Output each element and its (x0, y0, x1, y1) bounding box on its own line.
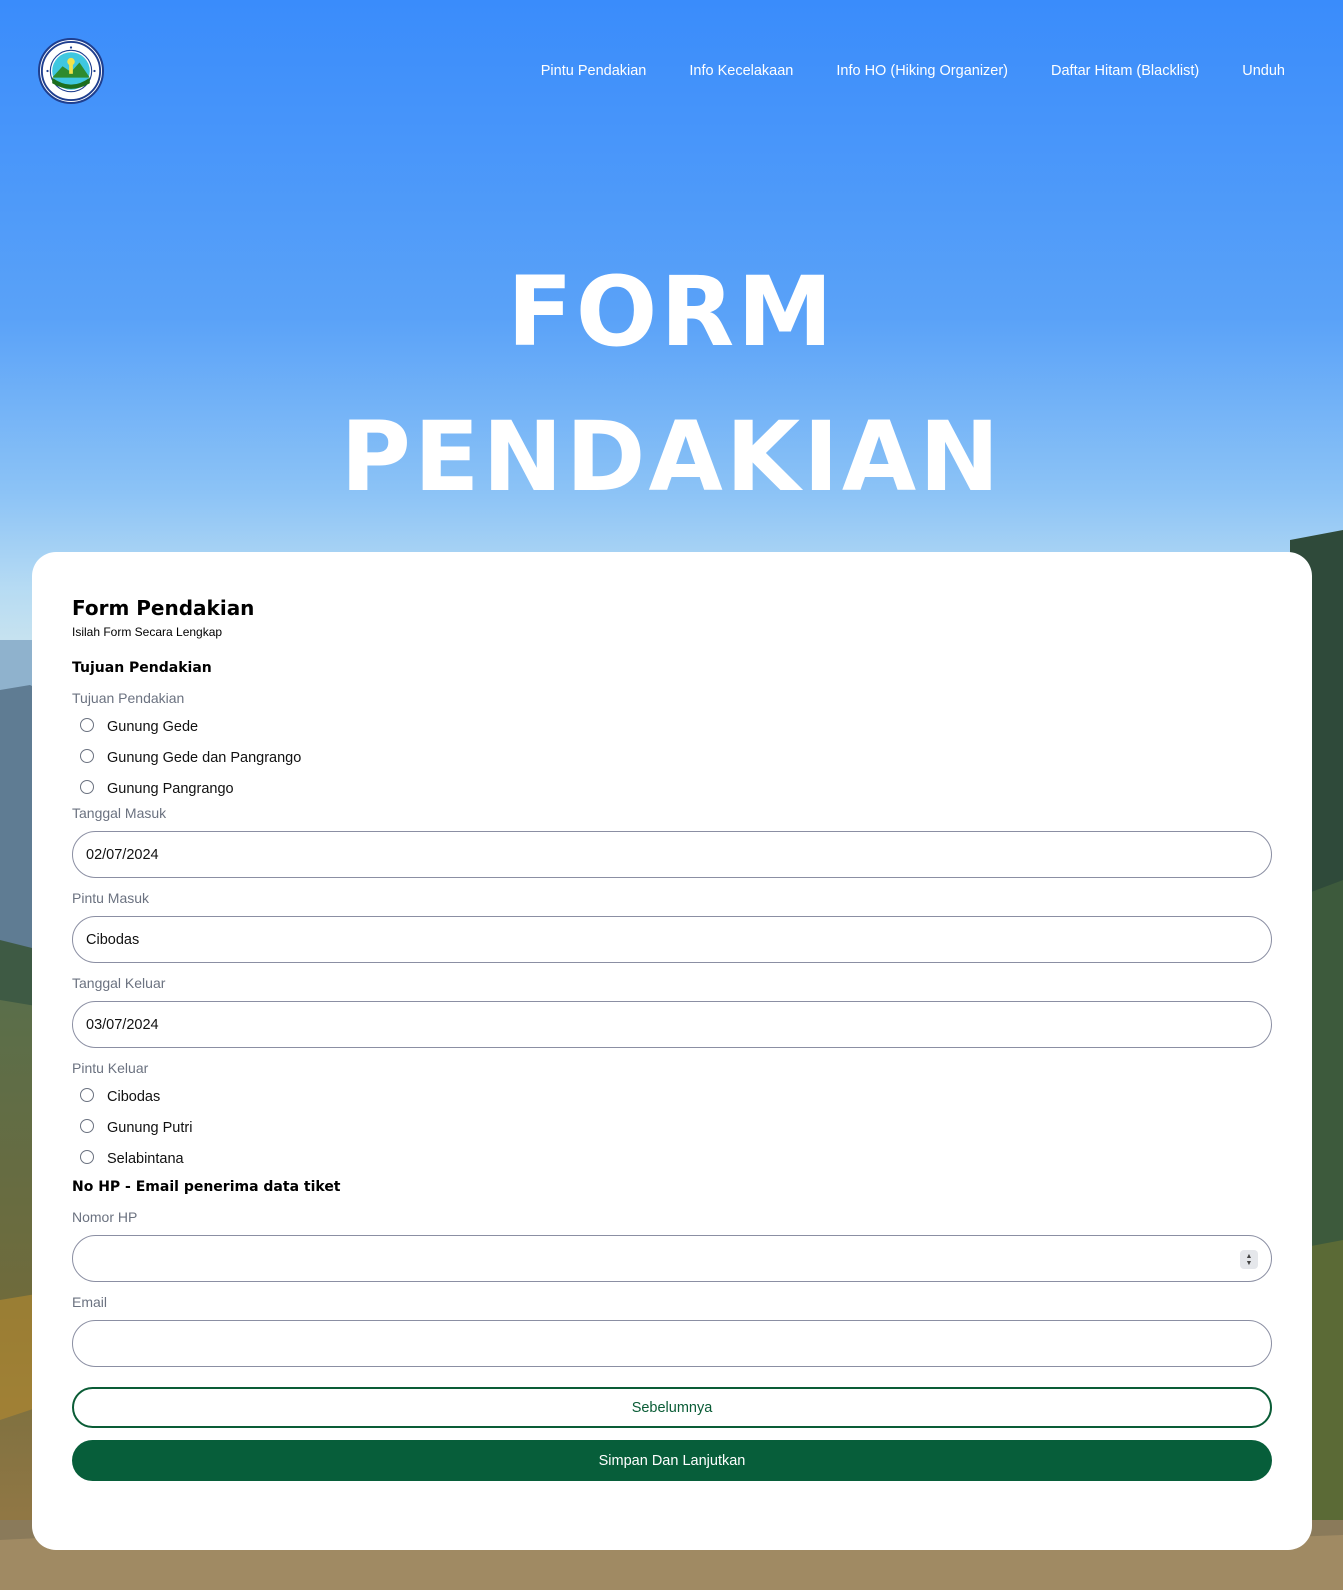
chevron-up-icon[interactable]: ▲ (1246, 1253, 1253, 1260)
email-input[interactable] (72, 1320, 1272, 1367)
tanggal-masuk-input[interactable]: 02/07/2024 (72, 831, 1272, 878)
email-label: Email (72, 1294, 108, 1310)
hero-line-1: FORM (507, 256, 836, 368)
tujuan-label: Tujuan Pendakian (72, 690, 185, 706)
form-subtitle: Isilah Form Secara Lengkap (72, 625, 223, 639)
pintu-keluar-option-selabintana[interactable]: Selabintana (72, 1143, 1272, 1174)
pintu-keluar-option-cibodas[interactable]: Cibodas (72, 1081, 1272, 1112)
number-spinner[interactable]: ▲ ▼ (1240, 1250, 1258, 1269)
hero-line-2: PENDAKIAN (340, 401, 1003, 513)
tanggal-masuk-value: 02/07/2024 (86, 846, 159, 863)
section-kontak-title: No HP - Email penerima data tiket (72, 1179, 341, 1195)
radio-label: Cibodas (107, 1088, 161, 1105)
tanggal-keluar-input[interactable]: 03/07/2024 (72, 1001, 1272, 1048)
main-nav: Pintu Pendakian Info Kecelakaan Info HO … (541, 63, 1285, 79)
radio-button[interactable] (80, 1119, 94, 1133)
pintu-masuk-input[interactable]: Cibodas (72, 916, 1272, 963)
nomor-hp-label: Nomor HP (72, 1209, 138, 1225)
tanggal-masuk-label: Tanggal Masuk (72, 805, 167, 821)
form-title: Form Pendakian (72, 596, 255, 620)
tanggal-keluar-value: 03/07/2024 (86, 1016, 159, 1033)
radio-label: Gunung Gede dan Pangrango (107, 749, 302, 766)
radio-button[interactable] (80, 1088, 94, 1102)
radio-button[interactable] (80, 718, 94, 732)
radio-label: Gunung Pangrango (107, 780, 234, 797)
nomor-hp-input[interactable]: ▲ ▼ (72, 1235, 1272, 1282)
radio-button[interactable] (80, 749, 94, 763)
radio-button[interactable] (80, 780, 94, 794)
tujuan-option-pangrango[interactable]: Gunung Pangrango (72, 773, 1272, 804)
tujuan-option-gede[interactable]: Gunung Gede (72, 711, 1272, 742)
radio-label: Selabintana (107, 1150, 184, 1167)
nav-info-ho[interactable]: Info HO (Hiking Organizer) (836, 63, 1008, 79)
pintu-keluar-option-gunung-putri[interactable]: Gunung Putri (72, 1112, 1272, 1143)
park-emblem-icon (40, 40, 102, 102)
tujuan-radio-group: Gunung Gede Gunung Gede dan Pangrango Gu… (72, 711, 1272, 804)
pintu-masuk-label: Pintu Masuk (72, 890, 150, 906)
radio-button[interactable] (80, 1150, 94, 1164)
nav-info-kecelakaan[interactable]: Info Kecelakaan (689, 63, 793, 79)
park-logo[interactable] (38, 38, 104, 104)
chevron-down-icon[interactable]: ▼ (1246, 1260, 1253, 1267)
nav-unduh[interactable]: Unduh (1242, 63, 1285, 79)
pintu-masuk-value: Cibodas (86, 931, 140, 948)
top-navbar: Pintu Pendakian Info Kecelakaan Info HO … (0, 0, 1343, 145)
tujuan-option-gede-pangrango[interactable]: Gunung Gede dan Pangrango (72, 742, 1272, 773)
section-tujuan-title: Tujuan Pendakian (72, 660, 212, 676)
pintu-keluar-radio-group: Cibodas Gunung Putri Selabintana (72, 1081, 1272, 1174)
save-continue-button[interactable]: Simpan Dan Lanjutkan (72, 1440, 1272, 1481)
nav-daftar-hitam[interactable]: Daftar Hitam (Blacklist) (1051, 63, 1199, 79)
form-card: Form Pendakian Isilah Form Secara Lengka… (32, 552, 1312, 1550)
radio-label: Gunung Gede (107, 718, 199, 735)
pintu-keluar-label: Pintu Keluar (72, 1060, 149, 1076)
previous-button[interactable]: Sebelumnya (72, 1387, 1272, 1428)
radio-label: Gunung Putri (107, 1119, 193, 1136)
hero-title: FORM PENDAKIAN (0, 240, 1343, 530)
nav-pintu-pendakian[interactable]: Pintu Pendakian (541, 63, 647, 79)
tanggal-keluar-label: Tanggal Keluar (72, 975, 166, 991)
